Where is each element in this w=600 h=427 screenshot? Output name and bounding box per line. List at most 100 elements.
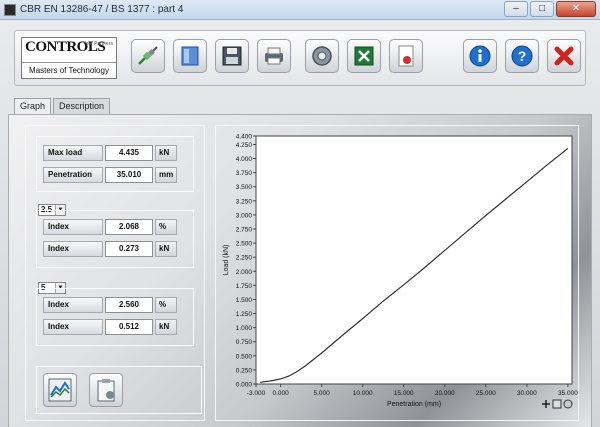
clipboard-icon bbox=[97, 379, 115, 402]
pdf-export-button[interactable] bbox=[389, 39, 423, 73]
index-1-load-unit: kN bbox=[155, 241, 177, 257]
x-tick-label: 25.000 bbox=[476, 390, 496, 397]
index-1-percent-unit: % bbox=[155, 219, 177, 235]
settings-button[interactable] bbox=[305, 39, 339, 73]
zoom-tool-icon bbox=[552, 399, 562, 409]
x-tick-label: -3.000 bbox=[247, 390, 266, 397]
y-tick-label: 2.500 bbox=[236, 241, 253, 248]
x-tick-label: 15.000 bbox=[394, 390, 414, 397]
save-button[interactable] bbox=[215, 39, 249, 73]
index-group-2: Index 2.560 % Index 0.512 kN bbox=[36, 288, 194, 346]
x-tick-label: 35.000 bbox=[558, 390, 578, 397]
graph-panel: Max load 4.435 kN Penetration 35.010 mm … bbox=[8, 114, 592, 427]
results-panel: Max load 4.435 kN Penetration 35.010 mm … bbox=[25, 125, 205, 421]
y-tick-label: 1.500 bbox=[236, 297, 253, 304]
connect-button[interactable] bbox=[131, 39, 165, 73]
penetration-unit: mm bbox=[155, 167, 177, 183]
excel-export-button[interactable] bbox=[347, 39, 381, 73]
x-axis-label: Penetration (mm) bbox=[387, 401, 441, 408]
load-penetration-chart: 0.000 0.250 0.500 0.750 1.000 1.250 1.500 1.750… bbox=[223, 134, 578, 409]
y-tick-label: 0.000 bbox=[236, 382, 253, 389]
y-tick-label: 4.400 bbox=[236, 134, 253, 141]
y-tick-label: 4.250 bbox=[236, 142, 253, 149]
y-tick-label: 3.750 bbox=[236, 170, 253, 177]
exit-icon bbox=[554, 46, 574, 66]
connect-icon bbox=[138, 46, 158, 65]
print-button[interactable] bbox=[257, 39, 291, 73]
window-controls: – □ ✕ bbox=[504, 1, 596, 17]
y-tick-label: 0.750 bbox=[236, 339, 253, 346]
y-tick-label: 0.250 bbox=[236, 367, 253, 374]
index-2-percent-label: Index bbox=[43, 297, 103, 313]
max-load-value: 4.435 bbox=[105, 145, 153, 161]
y-tick-label: 2.750 bbox=[236, 227, 253, 234]
max-load-label: Max load bbox=[43, 145, 103, 161]
y-tick-label: 3.000 bbox=[236, 212, 253, 219]
y-tick-label: 1.750 bbox=[236, 283, 253, 290]
graph-zoom-button[interactable] bbox=[43, 373, 77, 407]
window-title: CBR EN 13286-47 / BS 1377 : part 4 bbox=[20, 4, 184, 15]
logo-subtitle: Masters of Technology bbox=[22, 62, 116, 78]
y-tick-label: 1.000 bbox=[236, 325, 253, 332]
graph-actions-group bbox=[36, 366, 202, 414]
y-tick-label: 4.000 bbox=[236, 156, 253, 163]
x-tick-label: 5.000 bbox=[314, 390, 331, 397]
penetration-value: 35.010 bbox=[105, 167, 153, 183]
minimize-button[interactable]: – bbox=[504, 1, 528, 17]
index-2-percent-value: 2.560 bbox=[105, 297, 153, 313]
x-tick-label: 30.000 bbox=[517, 390, 537, 397]
y-tick-label: 1.250 bbox=[236, 311, 253, 318]
title-bar: CBR EN 13286-47 / BS 1377 : part 4 – □ ✕ bbox=[0, 0, 600, 20]
exit-button[interactable] bbox=[547, 39, 581, 73]
controls-logo: CONTROLS Your Partners Masters of Techno… bbox=[21, 37, 117, 79]
index-group-1: Index 2.068 % Index 0.273 kN bbox=[36, 210, 194, 268]
settings-gear-icon bbox=[312, 46, 332, 66]
index-2-percent-unit: % bbox=[155, 297, 177, 313]
excel-export-icon bbox=[354, 46, 374, 66]
x-tick-label: 10.000 bbox=[353, 390, 373, 397]
close-window-button[interactable]: ✕ bbox=[556, 1, 596, 17]
open-book-icon bbox=[181, 46, 199, 66]
logo-tag: Your Partners bbox=[82, 41, 113, 47]
index-2-load-label: Index bbox=[43, 319, 103, 335]
index-1-load-value: 0.273 bbox=[105, 241, 153, 257]
pan-tool-icon bbox=[563, 399, 573, 409]
y-tick-label: 3.250 bbox=[236, 198, 253, 205]
line-graph-icon bbox=[48, 378, 72, 402]
index-2-load-value: 0.512 bbox=[105, 319, 153, 335]
y-tick-label: 0.500 bbox=[236, 353, 253, 360]
tab-description[interactable]: Description bbox=[53, 98, 111, 114]
save-disk-icon bbox=[222, 46, 242, 66]
tab-bar: Graph Description bbox=[14, 98, 112, 114]
y-tick-label: 3.500 bbox=[236, 184, 253, 191]
clipboard-copy-button[interactable] bbox=[89, 373, 123, 407]
info-icon bbox=[469, 45, 491, 67]
results-group: Max load 4.435 kN Penetration 35.010 mm bbox=[36, 136, 194, 192]
y-tick-label: 2.000 bbox=[236, 269, 253, 276]
x-tick-label: 0.000 bbox=[272, 390, 289, 397]
x-tick-label: 20.000 bbox=[435, 390, 455, 397]
crosshair-tool-icon bbox=[542, 400, 550, 408]
plot-area bbox=[255, 135, 573, 385]
pdf-export-icon bbox=[398, 45, 414, 67]
tab-graph[interactable]: Graph bbox=[14, 98, 52, 114]
chart-area: 0.000 0.250 0.500 0.750 1.000 1.250 1.500 1.750… bbox=[215, 125, 579, 421]
svg-text:?: ? bbox=[518, 48, 527, 64]
open-button[interactable] bbox=[173, 39, 207, 73]
maximize-button[interactable]: □ bbox=[530, 1, 554, 17]
max-load-unit: kN bbox=[155, 145, 177, 161]
toolbar: CONTROLS Your Partners Masters of Techno… bbox=[14, 30, 586, 86]
info-button[interactable] bbox=[463, 39, 497, 73]
printer-icon bbox=[265, 47, 283, 65]
app-icon bbox=[4, 4, 16, 16]
y-axis-label: Load (kN) bbox=[223, 245, 230, 276]
index-2-load-unit: kN bbox=[155, 319, 177, 335]
y-tick-label: 2.250 bbox=[236, 255, 253, 262]
window-body: CONTROLS Your Partners Masters of Techno… bbox=[0, 20, 600, 427]
index-1-percent-label: Index bbox=[43, 219, 103, 235]
help-button[interactable]: ? bbox=[505, 39, 539, 73]
penetration-label: Penetration bbox=[43, 167, 103, 183]
help-icon: ? bbox=[511, 45, 533, 67]
index-1-load-label: Index bbox=[43, 241, 103, 257]
index-1-percent-value: 2.068 bbox=[105, 219, 153, 235]
